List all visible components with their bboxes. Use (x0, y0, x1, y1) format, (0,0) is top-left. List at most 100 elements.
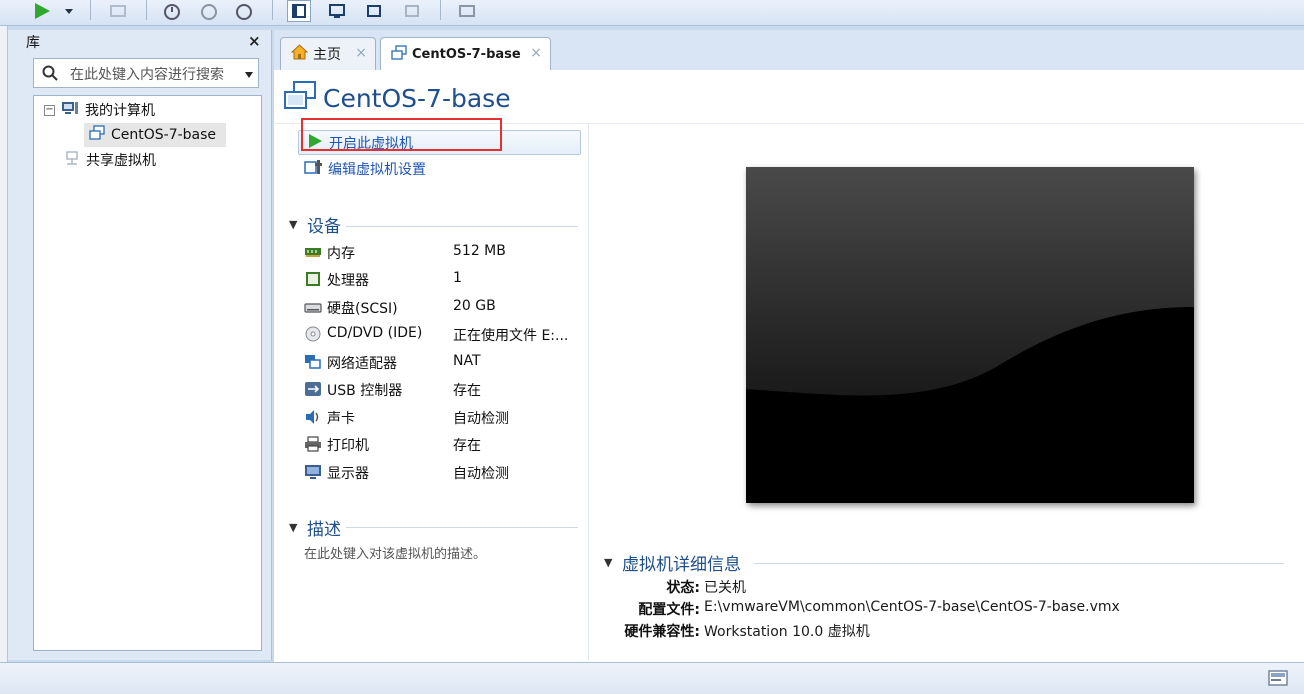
vm-icon (283, 80, 317, 116)
collapse-icon[interactable]: − (44, 104, 55, 116)
device-name: 显示器 (327, 466, 369, 482)
device-value: 正在使用文件 E:... (453, 328, 569, 344)
device-value: 1 (453, 270, 462, 286)
device-value: 存在 (453, 383, 481, 399)
tree-item-shared-vms[interactable]: 共享虚拟机 (64, 149, 156, 171)
tab-vm-close-icon[interactable]: × (530, 45, 542, 61)
library-title: 库 (26, 35, 40, 51)
message-log-icon[interactable] (1268, 669, 1288, 691)
device-name: CD/DVD (IDE) (327, 325, 423, 341)
tab-home-close-icon[interactable]: × (355, 45, 367, 61)
settings-icon (304, 159, 324, 179)
processor-icon (304, 271, 322, 287)
memory-icon (304, 244, 322, 260)
snapshot-manager-icon[interactable] (233, 0, 257, 22)
detail-config: 配置文件: (560, 599, 700, 619)
show-library-icon[interactable] (287, 0, 311, 22)
description-section-toggle[interactable]: ▼ 描述 (289, 516, 341, 540)
device-row-printer[interactable]: 打印机 存在 (304, 433, 584, 455)
status-bar (0, 662, 1304, 694)
detail-compat-label: 硬件兼容性: (624, 624, 700, 640)
tree-item-my-computer[interactable]: − 我的计算机 (44, 99, 155, 121)
home-icon (290, 44, 309, 64)
device-value: 512 MB (453, 243, 506, 259)
description-heading: 描述 (307, 519, 341, 540)
section-divider (754, 563, 1284, 564)
detail-config-label: 配置文件: (638, 602, 700, 618)
power-dropdown-icon[interactable] (62, 0, 76, 22)
detail-status: 状态: (560, 577, 700, 597)
unity-icon[interactable] (400, 0, 424, 22)
send-keys-icon[interactable] (106, 0, 130, 22)
power-on-play-icon[interactable] (30, 0, 54, 22)
section-divider (346, 226, 578, 227)
console-view-icon[interactable] (325, 0, 349, 22)
description-input[interactable]: 在此处键入对该虚拟机的描述。 (304, 543, 486, 562)
device-name: 硬盘(SCSI) (327, 301, 398, 317)
devices-heading: 设备 (307, 216, 341, 237)
shared-vms-icon (64, 150, 80, 170)
vm-icon (89, 125, 105, 145)
device-row-cd-dvd[interactable]: CD/DVD (IDE) 正在使用文件 E:... (304, 323, 584, 345)
tree-label-my-computer: 我的计算机 (85, 103, 155, 119)
tree-label-shared-vms: 共享虚拟机 (86, 153, 156, 169)
snapshot-take-icon[interactable] (160, 0, 184, 22)
detail-status-label: 状态: (666, 580, 700, 596)
network-adapter-icon (304, 354, 322, 370)
display-icon (304, 464, 322, 480)
quick-switch-icon[interactable] (455, 0, 479, 22)
device-row-usb[interactable]: USB 控制器 存在 (304, 378, 584, 400)
cd-dvd-icon (304, 326, 322, 342)
usb-icon (304, 381, 322, 397)
sound-card-icon (304, 409, 322, 425)
full-screen-icon[interactable] (362, 0, 386, 22)
detail-status-value: 已关机 (704, 580, 746, 596)
tree-item-vm[interactable]: CentOS-7-base (89, 124, 216, 146)
device-value: 存在 (453, 438, 481, 454)
edit-settings-label: 编辑虚拟机设置 (328, 162, 426, 178)
tab-home-label: 主页 (313, 47, 341, 63)
device-name: 内存 (327, 246, 355, 262)
details-section-toggle[interactable]: ▼ 虚拟机详细信息 (604, 551, 741, 575)
device-name: 声卡 (327, 411, 355, 427)
device-row-sound[interactable]: 声卡 自动检测 (304, 406, 584, 428)
harddisk-icon (304, 299, 322, 315)
tab-vm-label: CentOS-7-base (412, 47, 521, 62)
vm-title-text: CentOS-7-base (323, 83, 511, 113)
search-placeholder: 在此处键入内容进行搜索 (70, 67, 224, 83)
snapshot-revert-icon[interactable] (197, 0, 221, 22)
device-value: 自动检测 (453, 466, 509, 482)
annotation-highlight-box (301, 118, 502, 151)
device-row-processor[interactable]: 处理器 1 (304, 268, 584, 290)
tab-vm[interactable]: CentOS-7-base × (380, 37, 551, 71)
tree-label-vm: CentOS-7-base (111, 127, 217, 143)
tab-home[interactable]: 主页 × (280, 37, 376, 70)
edit-vm-settings-link[interactable]: 编辑虚拟机设置 (304, 158, 426, 180)
vm-screen-thumbnail[interactable] (746, 167, 1194, 503)
search-dropdown-icon[interactable] (244, 67, 254, 83)
collapse-arrow-icon: ▼ (604, 555, 613, 569)
device-row-display[interactable]: 显示器 自动检测 (304, 461, 584, 483)
library-tree (33, 95, 262, 651)
device-name: 网络适配器 (327, 356, 397, 372)
toolbar (0, 0, 1304, 26)
vm-icon (391, 44, 407, 65)
details-heading: 虚拟机详细信息 (622, 554, 741, 575)
device-value: 20 GB (453, 298, 496, 314)
library-search-input[interactable]: 在此处键入内容进行搜索 (33, 58, 259, 88)
device-row-harddisk[interactable]: 硬盘(SCSI) 20 GB (304, 296, 584, 318)
device-name: USB 控制器 (327, 383, 403, 399)
library-close-button[interactable]: × (248, 33, 261, 49)
computer-icon (61, 100, 79, 120)
collapse-arrow-icon: ▼ (289, 217, 298, 231)
device-row-memory[interactable]: 内存 512 MB (304, 241, 584, 263)
printer-icon (304, 436, 322, 452)
detail-config-value: E:\vmwareVM\common\CentOS-7-base\CentOS-… (704, 599, 1120, 615)
detail-compat-value: Workstation 10.0 虚拟机 (704, 624, 870, 640)
detail-compat: 硬件兼容性: (560, 621, 700, 641)
window-left-edge (0, 26, 8, 662)
device-value: NAT (453, 353, 481, 369)
device-value: 自动检测 (453, 411, 509, 427)
devices-section-toggle[interactable]: ▼ 设备 (289, 213, 341, 237)
device-row-network[interactable]: 网络适配器 NAT (304, 351, 584, 373)
